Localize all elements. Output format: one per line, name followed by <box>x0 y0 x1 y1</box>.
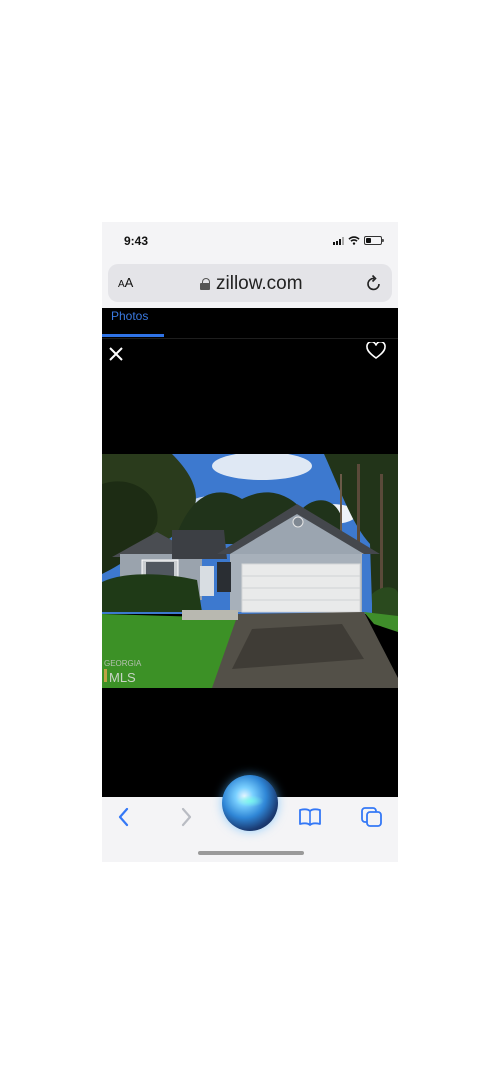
status-bar: 9:43 <box>102 222 398 260</box>
status-time: 9:43 <box>124 234 149 248</box>
battery-icon <box>364 236 384 245</box>
listing-photo[interactable]: GEORGIA MLS <box>102 454 398 688</box>
status-icons <box>333 236 384 245</box>
photo-tabs: Photos <box>102 308 398 339</box>
mls-logo-mark <box>104 669 107 682</box>
home-indicator <box>198 851 304 855</box>
reload-icon[interactable] <box>366 274 382 292</box>
siri-orb-icon[interactable] <box>222 775 278 831</box>
text-size-large-a: A <box>124 275 134 290</box>
text-size-button[interactable]: AA <box>118 275 133 290</box>
wifi-icon <box>348 236 360 245</box>
active-tab-indicator <box>102 334 164 337</box>
chevron-left-icon[interactable] <box>116 807 132 827</box>
tabs-icon[interactable] <box>360 806 384 828</box>
mls-watermark-top: GEORGIA <box>104 659 142 668</box>
tab-photos[interactable]: Photos <box>111 309 148 323</box>
url-text: zillow.com <box>216 273 303 294</box>
cellular-signal-icon <box>333 236 344 245</box>
mls-watermark-bottom: MLS <box>109 670 136 685</box>
address-bar: AA zillow.com <box>102 260 398 308</box>
url-display[interactable]: zillow.com <box>200 273 303 295</box>
lock-icon <box>200 278 210 290</box>
phone-screen: 9:43 AA zillow.com Photos GEORGIA MLS <box>102 222 398 862</box>
book-icon[interactable] <box>298 808 322 826</box>
close-icon[interactable] <box>108 346 124 362</box>
chevron-right-icon[interactable] <box>178 807 194 827</box>
text-size-small-a: A <box>118 279 125 290</box>
heart-icon[interactable] <box>366 342 386 360</box>
url-field[interactable]: AA zillow.com <box>108 264 392 302</box>
